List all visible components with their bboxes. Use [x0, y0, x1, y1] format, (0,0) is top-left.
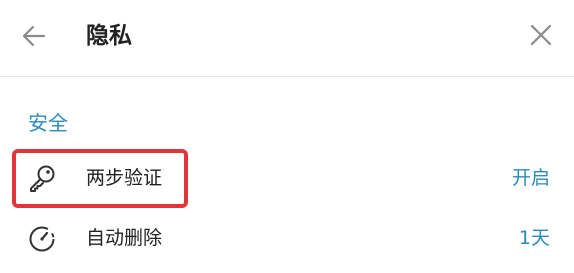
- row-value: 1天: [518, 227, 550, 249]
- auto-delete-row[interactable]: 自动删除 1天: [0, 210, 574, 266]
- section-title-security: 安全: [28, 111, 68, 135]
- two-step-verification-row[interactable]: 两步验证 开启: [0, 150, 574, 206]
- row-label: 两步验证: [86, 167, 163, 189]
- back-button[interactable]: [20, 22, 48, 50]
- row-value: 开启: [511, 167, 550, 189]
- key-icon: [26, 162, 58, 194]
- arrow-left-icon: [22, 25, 46, 47]
- timer-icon: [26, 222, 58, 254]
- close-icon: [530, 24, 552, 46]
- close-button[interactable]: [528, 22, 554, 48]
- row-label: 自动删除: [86, 227, 163, 249]
- dialog-header: 隐私: [0, 0, 574, 77]
- page-title: 隐私: [86, 23, 132, 49]
